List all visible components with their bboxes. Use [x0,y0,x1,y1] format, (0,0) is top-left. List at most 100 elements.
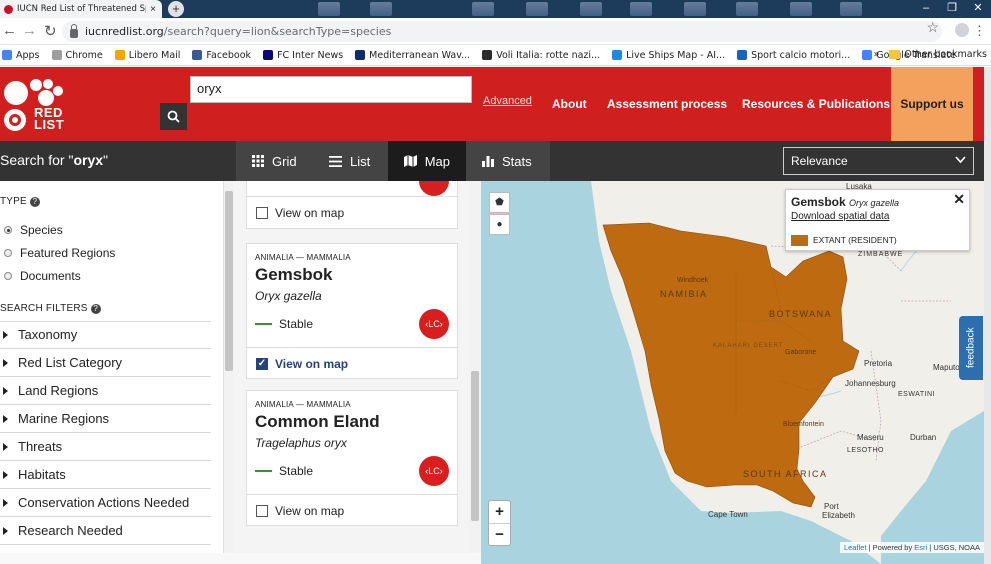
nav-resources-publications[interactable]: Resources & Publications [742,67,890,141]
advanced-search-link[interactable]: Advanced [483,95,532,107]
map-label: Elizabeth [822,511,855,520]
draw-polygon-button[interactable]: ⬟ [489,192,510,213]
checkbox[interactable] [256,504,268,517]
bookmark-item[interactable]: Chrome [51,50,103,61]
population-trend: Stable [255,317,313,331]
bottom-edge [0,553,481,564]
bookmark-item[interactable]: Sport calcio motori... [737,50,850,61]
tab-list[interactable]: List [313,141,388,181]
desktop-thumbnail-icon [684,2,706,16]
bookmark-favicon-icon [114,50,125,60]
close-window-icon[interactable]: ✕ [965,0,991,16]
bookmark-favicon-icon [355,50,366,60]
map-label: Johannesburg [845,379,896,388]
bookmark-item[interactable]: Facebook [192,50,251,61]
zoom-in-button[interactable]: + [489,501,510,523]
search-button[interactable] [160,103,187,130]
bookmark-item[interactable]: FC Inter News [263,50,343,61]
filter-habitats[interactable]: Habitats [0,461,211,489]
bookmark-item[interactable]: Voli Italia: rotte nazi... [482,50,600,61]
checkbox-checked[interactable]: ✓ [256,357,268,370]
bookmark-item[interactable]: Live Ships Map - AI... [612,50,725,61]
type-option-featured-regions[interactable]: Featured Regions [4,246,115,260]
close-icon[interactable]: ✕ [953,191,965,208]
tab-grid[interactable]: Grid [236,141,313,181]
draw-marker-button[interactable]: ● [489,214,510,235]
type-option-documents[interactable]: Documents [4,269,81,283]
view-on-map-toggle[interactable]: View on map [247,196,457,228]
filter-taxonomy[interactable]: Taxonomy [0,321,211,349]
red-list-logo[interactable]: RED LIST [2,73,68,135]
browser-tab[interactable]: IUCN Red List of Threatened Spe × [0,0,162,18]
minimize-icon[interactable]: – [913,0,939,16]
reload-icon[interactable]: ↻ [44,22,57,40]
filter-land-regions[interactable]: Land Regions [0,377,211,405]
tab-map[interactable]: Map [388,141,466,181]
profile-avatar-icon[interactable] [955,23,969,37]
support-us-button[interactable]: Support us [891,67,973,141]
type-option-species[interactable]: Species [4,223,63,237]
common-name[interactable]: Common Eland [255,412,380,432]
download-spatial-data-link[interactable]: Download spatial data [791,211,889,222]
chevron-down-icon [955,156,966,164]
caret-right-icon [3,386,8,395]
filter-threats[interactable]: Threats [0,433,211,461]
category-badge: ‹ LC › [419,456,449,486]
result-card[interactable]: ANIMALIA — MAMMALIA Gemsbok Oryx gazella… [246,243,458,379]
bookmark-star-icon[interactable]: ☆ [926,19,939,36]
scrollbar-thumb[interactable] [225,191,233,371]
browser-menu-icon[interactable]: ⋮ [973,23,986,39]
help-icon[interactable]: ? [29,196,40,207]
zoom-out-button[interactable]: − [489,523,510,545]
esri-link[interactable]: Esri [914,543,927,552]
scrollbar-thumb[interactable] [471,371,479,521]
filter-scrollbar[interactable] [223,181,234,553]
other-bookmarks[interactable]: Other bookmarks [889,49,987,60]
url-field[interactable]: iucnredlist.org/search?query=lion&search… [62,21,942,42]
search-input[interactable]: oryx [190,76,472,103]
address-bar-row: ← → ↻ iucnredlist.org/search?query=lion&… [0,18,991,45]
nav-assessment-process[interactable]: Assessment process [607,67,727,141]
page-scrollbar-track[interactable] [984,67,991,141]
bookmark-item[interactable]: Libero Mail [114,50,180,61]
species-map[interactable]: Lusaka ZIMBABWE NAMIBIA Windhoek BOTSWAN… [481,181,984,564]
bookmarks-more-icon[interactable]: » [874,49,880,60]
desktop-thumbnail-icon [318,2,340,16]
bookmark-item[interactable]: Apps [2,50,40,61]
forward-arrow-icon[interactable]: → [22,22,37,39]
tab-stats[interactable]: Stats [466,141,550,181]
view-on-map-toggle[interactable]: ✓ View on map [247,347,457,379]
filter-research-needed[interactable]: Research Needed [0,517,211,545]
radio-button[interactable] [4,226,12,234]
maximize-icon[interactable]: ❐ [939,0,965,16]
back-arrow-icon[interactable]: ← [2,22,17,39]
common-name[interactable]: Gemsbok [255,265,332,285]
map-label: KALAHARI DESERT [713,343,784,349]
logo-text: RED LIST [34,105,65,132]
bookmark-item[interactable]: Mediterranean Wav... [355,50,470,61]
radio-button[interactable] [4,249,12,257]
new-tab-button[interactable]: + [168,1,184,17]
bookmark-favicon-icon [51,50,62,60]
result-card[interactable]: View on map [246,181,458,229]
result-card[interactable]: ANIMALIA — MAMMALIA Common Eland Tragela… [246,390,458,526]
map-label: Maputo [933,363,960,372]
radio-button[interactable] [4,272,12,280]
checkbox[interactable] [256,206,268,219]
map-label: NAMIBIA [660,289,708,299]
leaflet-link[interactable]: Leaflet [844,543,867,552]
page-scrollbar-track[interactable] [984,181,991,564]
filter-conservation-actions-needed[interactable]: Conservation Actions Needed [0,489,211,517]
filter-red-list-category[interactable]: Red List Category [0,349,211,377]
feedback-tab[interactable]: feedback [959,316,983,380]
iucn-circle-icon [4,109,26,131]
tab-close-icon[interactable]: × [150,4,162,15]
results-scrollbar[interactable] [469,181,481,553]
sort-select[interactable]: Relevance [783,147,974,175]
caret-right-icon [3,526,8,535]
map-label: SOUTH AFRICA [743,469,828,479]
filter-marine-regions[interactable]: Marine Regions [0,405,211,433]
view-on-map-toggle[interactable]: View on map [247,494,457,526]
nav-about[interactable]: About [552,67,587,141]
help-icon[interactable]: ? [90,303,101,314]
